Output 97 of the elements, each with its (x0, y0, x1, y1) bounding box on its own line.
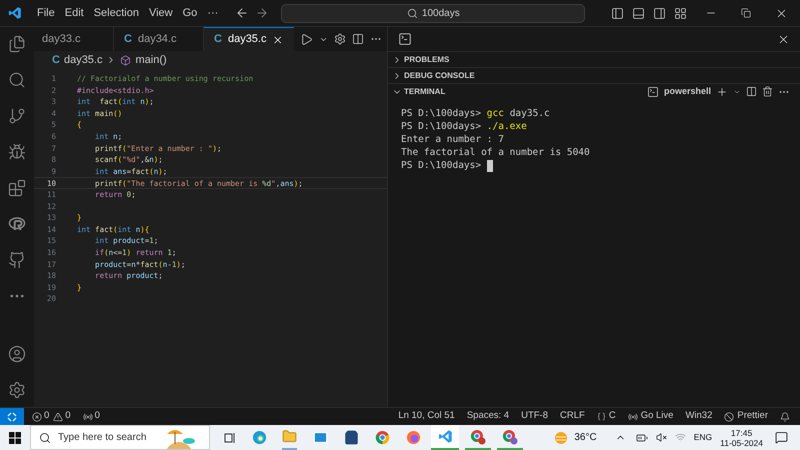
firefox-icon[interactable] (406, 430, 421, 445)
back-icon[interactable] (235, 6, 250, 20)
layout-icon[interactable] (674, 6, 687, 20)
status-item[interactable]: Ln 10, Col 51 (398, 409, 455, 424)
status-item[interactable]: UTF-8 (521, 409, 548, 424)
battery-icon[interactable] (636, 432, 648, 444)
taskbar-search-field[interactable]: Type here to search (30, 425, 210, 450)
menu-item[interactable]: ··· (202, 4, 224, 22)
status-item[interactable]: Spaces: 4 (466, 409, 510, 424)
search-icon (39, 432, 51, 444)
ports-count[interactable]: 0 (94, 409, 100, 424)
broadcast-icon (628, 412, 638, 422)
settings-icon[interactable] (8, 381, 26, 399)
split-icon[interactable] (746, 86, 757, 97)
debug-icon[interactable] (8, 143, 26, 161)
trash-icon[interactable] (762, 86, 773, 97)
breadcrumb-item[interactable]: main() (135, 52, 167, 68)
language-indicator[interactable]: ENG (694, 431, 712, 444)
error-count[interactable]: 0 (44, 409, 50, 424)
split-editor-icon[interactable] (352, 33, 364, 45)
status-item[interactable]: Prettier (737, 409, 768, 424)
terminal-icon (646, 86, 659, 98)
task-view-icon[interactable] (224, 432, 236, 444)
panel-bottom-icon[interactable] (632, 6, 645, 20)
method-icon (120, 54, 132, 66)
terminal-line: PS D:\100days> ./a.exe (401, 120, 527, 133)
panel-section-header[interactable]: PROBLEMS (388, 51, 800, 67)
section-title: TERMINAL (404, 86, 446, 98)
clock-time[interactable]: 17:45 (730, 428, 752, 438)
braces-icon (596, 412, 606, 421)
terminal-line: PS D:\100days> (401, 159, 482, 172)
panel-section-header[interactable]: TERMINAL powershell (388, 83, 800, 99)
menu-item[interactable]: File (32, 4, 60, 22)
c-file-icon: C (214, 31, 222, 48)
menu-item[interactable]: View (144, 4, 178, 22)
muted-speaker-icon[interactable] (656, 432, 667, 443)
terminal-cursor (486, 160, 493, 172)
notification-icon[interactable] (775, 431, 788, 444)
bell-icon[interactable] (780, 412, 790, 422)
forward-icon[interactable] (255, 6, 270, 20)
remote-button[interactable] (0, 408, 24, 425)
status-item[interactable]: CRLF (560, 409, 585, 424)
tab-label: day34.c (138, 32, 176, 47)
section-title: PROBLEMS (404, 54, 450, 66)
add-icon[interactable] (716, 86, 728, 98)
search-icon (406, 8, 418, 18)
search-value: 100days (422, 6, 460, 20)
terminal-line: Enter a number : 7 (401, 133, 504, 146)
search-placeholder: Type here to search (58, 431, 146, 445)
panel-right-icon[interactable] (653, 6, 666, 20)
search-field[interactable]: 100days (281, 4, 586, 22)
extensions-icon[interactable] (8, 179, 26, 197)
section-title: DEBUG CONSOLE (404, 70, 475, 82)
menu-item[interactable]: Edit (60, 4, 89, 22)
remote-icon (7, 412, 17, 422)
panel-left-icon[interactable] (611, 6, 624, 20)
c-file-icon: C (52, 52, 60, 68)
source-control-icon[interactable] (8, 107, 26, 125)
chrome-profile-icon[interactable] (502, 428, 518, 444)
terminal-profile[interactable]: powershell (664, 84, 711, 98)
prohibited-icon (724, 412, 734, 422)
weather-temperature[interactable]: 36°C (574, 430, 597, 445)
tab-label: day33.c (42, 32, 81, 47)
breadcrumb-item[interactable]: day35.c (64, 52, 102, 68)
error-icon[interactable] (32, 412, 42, 422)
vscode-logo-icon (438, 429, 452, 444)
terminal-line: PS D:\100days> gcc day35.c (401, 107, 550, 120)
antenna-icon[interactable] (82, 412, 93, 422)
status-item[interactable]: Win32 (685, 409, 712, 424)
settings-icon[interactable] (334, 33, 346, 45)
run-icon[interactable] (300, 32, 313, 46)
status-item[interactable]: Go Live (640, 409, 674, 424)
terminal-line: The factorial of a number is 5040 (401, 146, 590, 159)
restore-icon[interactable] (741, 8, 751, 18)
c-file-icon: C (124, 30, 132, 48)
account-icon[interactable] (8, 345, 26, 363)
vscode-logo-icon (8, 6, 22, 20)
wifi-icon[interactable] (674, 432, 686, 443)
editor-tab[interactable]: C day35.c (204, 27, 294, 51)
terminal-icon[interactable] (398, 32, 412, 46)
windows-start-icon[interactable] (9, 432, 21, 444)
warning-icon[interactable] (53, 412, 64, 422)
vscode-taskbar-button[interactable] (431, 425, 459, 450)
github-icon[interactable] (8, 251, 26, 269)
chrome-profile-icon[interactable] (470, 428, 486, 444)
explorer-icon[interactable] (8, 35, 26, 53)
warning-count[interactable]: 0 (65, 409, 71, 424)
r-logo-icon[interactable] (8, 215, 26, 233)
chrome-icon[interactable] (375, 430, 390, 445)
panel-section-header[interactable]: DEBUG CONSOLE (388, 67, 800, 83)
tab-label: day35.c (228, 32, 266, 48)
menu-item[interactable]: Selection (88, 4, 144, 22)
edge-icon[interactable] (252, 430, 267, 445)
clock-date[interactable]: 11-05-2024 (720, 438, 763, 448)
status-item[interactable]: C (608, 409, 616, 424)
search-icon[interactable] (8, 71, 26, 89)
menu-item[interactable]: Go (178, 4, 202, 22)
